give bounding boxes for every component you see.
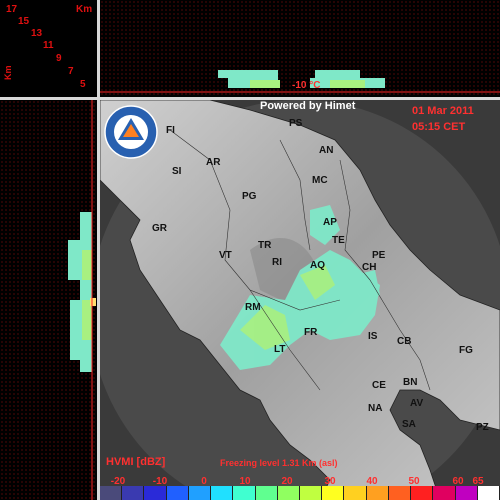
scale-color-swatch (299, 486, 323, 500)
city-label: CB (397, 336, 412, 347)
product-label: HVMI [dBZ] (106, 456, 166, 468)
himet-logo (104, 105, 158, 159)
scale-color-swatch (166, 486, 189, 500)
scale-color-swatch (255, 486, 278, 500)
scale-color-swatch (366, 486, 389, 500)
altitude-label-9: 9 (56, 53, 62, 64)
city-label: AQ (310, 260, 325, 271)
color-scale-bar (100, 486, 500, 500)
freezing-level-label: Freezing level 1.31 Km (asl) (220, 458, 338, 468)
altitude-axis-label: Km (3, 65, 13, 80)
scale-color-swatch (433, 486, 456, 500)
scale-color-swatch (144, 486, 167, 500)
scale-color-swatch (388, 486, 412, 500)
scale-color-swatch (277, 486, 300, 500)
scale-color-swatch (122, 486, 145, 500)
scale-color-swatch (233, 486, 256, 500)
city-label: RM (245, 302, 261, 313)
city-label: PZ (476, 422, 489, 433)
city-label: AR (206, 157, 221, 168)
city-label: GR (152, 223, 167, 234)
ns-cross-section-panel: -10 °C (100, 0, 500, 97)
scale-color-swatch (477, 486, 500, 500)
city-label: RI (272, 257, 282, 268)
city-label: PE (372, 250, 386, 261)
altitude-label-7: 7 (68, 66, 74, 77)
time-label: 05:15 CET (412, 121, 466, 133)
date-label: 01 Mar 2011 (412, 105, 474, 117)
city-label: AV (410, 398, 424, 409)
city-label: PS (289, 118, 303, 129)
city-label: AP (323, 217, 337, 228)
city-label: PG (242, 191, 257, 202)
ew-cross-section-panel (0, 100, 97, 500)
scale-color-swatch (322, 486, 345, 500)
scale-color-swatch (455, 486, 478, 500)
temperature-label: -10 °C (292, 80, 321, 91)
altitude-label-11: 11 (43, 40, 54, 51)
city-label: SI (172, 166, 182, 177)
scale-color-swatch (100, 486, 123, 500)
powered-by-label: Powered by Himet (260, 100, 356, 112)
scale-color-swatch (188, 486, 212, 500)
city-label: FG (459, 345, 473, 356)
altitude-scale-panel: 17 Km 15 13 11 9 7 5 Km (0, 0, 97, 97)
city-label: LT (274, 344, 286, 355)
city-label: CH (362, 262, 377, 273)
altitude-label-5: 5 (80, 79, 86, 90)
city-label: CE (372, 380, 386, 391)
radar-map: Powered by Himet 01 Mar 2011 05:15 CET P… (100, 100, 500, 500)
altitude-label-17: 17 (6, 4, 18, 15)
city-label: FR (304, 327, 318, 338)
altitude-label-13: 13 (31, 28, 43, 39)
altitude-unit-label: Km (76, 4, 93, 15)
city-label: TR (258, 240, 272, 251)
city-label: FI (166, 125, 175, 136)
scale-color-swatch (211, 486, 234, 500)
city-label: SA (402, 419, 416, 430)
city-label: MC (312, 175, 328, 186)
city-label: AN (319, 145, 334, 156)
city-label: IS (368, 331, 378, 342)
scale-color-swatch (411, 486, 434, 500)
scale-color-swatch (344, 486, 367, 500)
altitude-label-15: 15 (18, 16, 30, 27)
city-label: VT (219, 250, 232, 261)
radar-map-graphic (100, 100, 500, 500)
city-label: NA (368, 403, 383, 414)
ew-cross-section-echoes (68, 100, 96, 500)
city-label: BN (403, 377, 418, 388)
city-label: TE (332, 235, 345, 246)
